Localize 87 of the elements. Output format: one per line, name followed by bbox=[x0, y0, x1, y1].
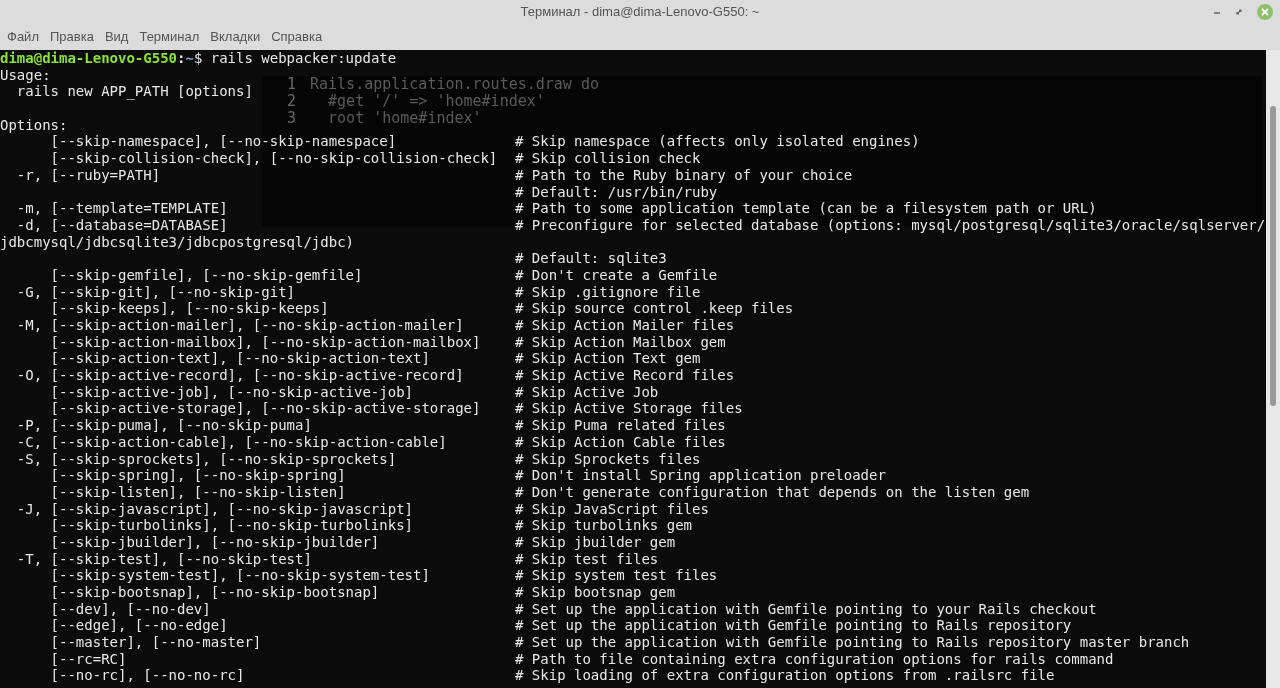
comment-text: # Skip Action Cable files bbox=[515, 433, 726, 451]
comment-text: # Preconfigure for selected database (options: mysql/postgresql/sqlite3/oracle/sqlserver/ bbox=[515, 216, 1266, 234]
menu-item[interactable]: Вкладки bbox=[205, 26, 266, 47]
comment-text: # Skip Active Record files bbox=[515, 367, 735, 384]
output-text: [--rc=RC] bbox=[49, 650, 128, 668]
output-text: [--no-rc], [--no-no-rc] bbox=[49, 667, 246, 685]
comment-text: # Skip Action Mailbox gem bbox=[515, 333, 726, 351]
code-line: #get '/' => 'home#index' bbox=[327, 92, 545, 111]
output-text: jdbcmysql/jdbcsqlite3/jdbcpostgresql/jdbc) bbox=[0, 233, 354, 251]
prompt-user: dima@dima-Lenovo-G550 bbox=[0, 50, 177, 67]
comment-text: # Skip source control .keep files bbox=[515, 300, 794, 317]
output-text: -S, [--skip-sprockets], [--no-skip-sprockets] bbox=[15, 450, 398, 468]
output-text: [--skip-active-job], [--no-skip-active-job] bbox=[49, 383, 414, 401]
comment-text: # Don't create a Gemfile bbox=[515, 266, 718, 284]
comment-text: # Skip bootsnap gem bbox=[515, 584, 676, 601]
comment-text: # Skip system test files bbox=[515, 567, 718, 584]
comment-text: # Default: sqlite3 bbox=[515, 250, 667, 267]
output-text: [--edge], [--no-edge] bbox=[49, 617, 229, 635]
prompt-path: ~ bbox=[185, 50, 194, 67]
scrollbar-thumb[interactable] bbox=[1270, 106, 1276, 406]
menu-item[interactable]: Вид bbox=[99, 26, 134, 47]
output-text: [--skip-system-test], [--no-skip-system-test] bbox=[49, 567, 431, 584]
comment-text: # Skip Action Mailer files bbox=[515, 317, 735, 334]
output-text: -J, [--skip-javascript], [--no-skip-javascript] bbox=[15, 500, 414, 518]
comment-text: # Skip turbolinks gem bbox=[515, 517, 692, 534]
output-text: [--skip-spring], [--no-skip-spring] bbox=[49, 467, 347, 484]
comment-text: # Skip .gitignore file bbox=[515, 283, 701, 301]
menu-item[interactable]: Справка bbox=[266, 26, 328, 47]
comment-text: # Path to some application template (can be a filesystem path or URL) bbox=[515, 200, 1097, 217]
output-text: [--dev], [--no-dev] bbox=[49, 600, 212, 618]
output-text: -O, [--skip-active-record], [--no-skip-active-record] bbox=[15, 367, 465, 384]
output-text: Options: bbox=[0, 116, 68, 134]
output-text: [--skip-bootsnap], [--no-skip-bootsnap] bbox=[49, 584, 381, 601]
comment-text: # Set up the application with Gemfile pointing to your Rails checkout bbox=[515, 600, 1097, 618]
comment-text: # Path to file containing extra configuration options for rails command bbox=[515, 650, 1114, 668]
scrollbar-track[interactable] bbox=[1266, 50, 1280, 688]
menu-item[interactable]: Правка bbox=[44, 26, 99, 47]
comment-text: # Skip loading of extra configuration options from .railsrc file bbox=[515, 667, 1055, 685]
comment-text: # Skip namespace (affects only isolated engines) bbox=[515, 133, 920, 151]
comment-text: # Skip Active Storage files bbox=[515, 400, 743, 418]
comment-text: # Skip test files bbox=[515, 550, 659, 568]
window-title: Терминал - dima@dima-Lenovo-G550: ~ bbox=[520, 2, 760, 21]
output-text: -T, [--skip-test], [--no-skip-test] bbox=[15, 550, 313, 568]
comment-text: # Don't generate configuration that depends on the listen gem bbox=[515, 483, 1030, 501]
comment-text: # Path to the Ruby binary of your choice bbox=[515, 166, 853, 184]
comment-text: # Default: /usr/bin/ruby bbox=[515, 183, 718, 201]
output-text: -r, [--ruby=PATH] bbox=[15, 166, 162, 184]
output-text: -G, [--skip-git], [--no-skip-git] bbox=[15, 283, 296, 301]
line-number: 3 bbox=[285, 108, 296, 130]
code-line: Rails.application.routes.draw do bbox=[310, 74, 599, 94]
comment-text: # Don't install Spring application preloader bbox=[515, 467, 886, 484]
comment-text: # Skip collision check bbox=[515, 150, 701, 167]
comment-text: # Skip Active Job bbox=[515, 383, 659, 401]
output-text: [--skip-turbolinks], [--no-skip-turbolinks] bbox=[49, 517, 414, 534]
line-number: 1 bbox=[285, 74, 296, 94]
output-text: [--skip-action-text], [--no-skip-action-text] bbox=[49, 350, 431, 368]
restore-icon[interactable] bbox=[1234, 7, 1244, 17]
output-text: [--skip-jbuilder], [--no-skip-jbuilder] bbox=[49, 533, 381, 551]
output-text: [--skip-keeps], [--no-skip-keeps] bbox=[49, 300, 330, 317]
menu-item[interactable]: Файл bbox=[2, 26, 44, 47]
prompt-separator: : bbox=[177, 50, 186, 67]
output-text: rails new APP_PATH [options] bbox=[15, 83, 253, 101]
output-text: [--skip-action-mailbox], [--no-skip-action-mailbox] bbox=[49, 333, 482, 351]
line-number: 2 bbox=[285, 91, 296, 111]
output-text: [--skip-listen], [--no-skip-listen] bbox=[49, 483, 347, 501]
comment-text: # Skip jbuilder gem bbox=[515, 533, 676, 551]
comment-text: # Skip Action Text gem bbox=[515, 350, 701, 368]
output-text: [--skip-collision-check], [--no-skip-collision-check] bbox=[49, 150, 499, 167]
output-text: [--master], [--no-master] bbox=[49, 634, 263, 651]
command-text: $ rails webpacker:update bbox=[193, 50, 397, 67]
output-text: -m, [--template=TEMPLATE] bbox=[15, 200, 229, 217]
comment-text: # Skip Puma related files bbox=[515, 417, 726, 434]
menu-item[interactable]: Терминал bbox=[134, 26, 205, 47]
comment-text: # Skip Sprockets files bbox=[515, 450, 701, 468]
output-text: [--skip-namespace], [--no-skip-namespace] bbox=[49, 133, 398, 151]
comment-text: # Set up the application with Gemfile pointing to Rails repository master branch bbox=[515, 634, 1190, 651]
comment-text: # Skip JavaScript files bbox=[515, 500, 709, 518]
comment-text: # Set up the application with Gemfile pointing to Rails repository bbox=[515, 617, 1072, 635]
output-text: -C, [--skip-action-cable], [--no-skip-action-cable] bbox=[15, 433, 448, 451]
output-text: -P, [--skip-puma], [--no-skip-puma] bbox=[15, 417, 313, 434]
close-icon[interactable] bbox=[1256, 3, 1274, 21]
output-text: -M, [--skip-action-mailer], [--no-skip-action-mailer] bbox=[15, 317, 465, 334]
output-text: -d, [--database=DATABASE] bbox=[15, 216, 229, 234]
output-text: [--skip-gemfile], [--no-skip-gemfile] bbox=[49, 266, 364, 284]
code-line: root 'home#index' bbox=[327, 109, 482, 130]
output-text: Usage: bbox=[0, 66, 51, 84]
output-text: [--skip-active-storage], [--no-skip-active-storage] bbox=[49, 400, 482, 418]
